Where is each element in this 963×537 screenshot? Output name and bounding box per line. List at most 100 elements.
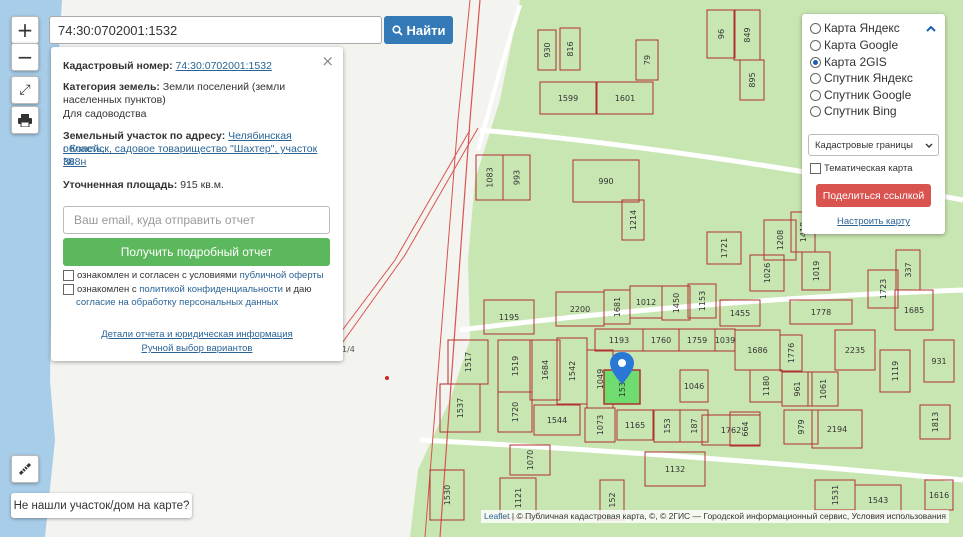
layer-option-google-map[interactable]: Карта Google bbox=[810, 37, 898, 53]
parcel-label: 1681 bbox=[613, 297, 622, 317]
parcel-label: 1193 bbox=[609, 336, 629, 345]
parcel-label: 1778 bbox=[811, 308, 831, 317]
parcel-label: 664 bbox=[741, 421, 750, 436]
fullscreen-icon[interactable]: ⤢ bbox=[11, 76, 39, 104]
details-link[interactable]: Детали отчета и юридическая информация bbox=[101, 329, 293, 340]
parcel-label: 1543 bbox=[868, 496, 888, 505]
chevron-down-icon bbox=[925, 143, 933, 148]
thematic-map-checkbox[interactable] bbox=[810, 163, 821, 174]
parcel-label: 990 bbox=[598, 177, 613, 186]
zoom-out-button[interactable]: − bbox=[11, 43, 39, 71]
layer-option-label: Спутник Bing bbox=[824, 104, 897, 118]
parcel-label: 1684 bbox=[541, 360, 550, 380]
consent-link[interactable]: согласие на обработку персональных данны… bbox=[76, 297, 278, 308]
zoom-in-button[interactable]: + bbox=[11, 16, 39, 44]
parcel-label: 1121 bbox=[514, 488, 523, 508]
offer-link[interactable]: публичной оферты bbox=[240, 270, 324, 281]
parcel-label: 1119 bbox=[891, 361, 900, 381]
land-category-value-1: Земли поселений (земли bbox=[162, 81, 286, 93]
privacy-mid-text: и даю bbox=[285, 284, 312, 295]
layer-option-label: Карта Google bbox=[824, 38, 899, 52]
manual-select-link[interactable]: Ручной выбор вариантов bbox=[142, 343, 253, 354]
parcel-label: 337 bbox=[904, 262, 913, 277]
location-pin-dot bbox=[618, 359, 626, 367]
parcel-label: 2194 bbox=[827, 425, 847, 434]
parcel-label: 1601 bbox=[615, 94, 635, 103]
parcel-label: 1616 bbox=[929, 491, 949, 500]
parcel-label: 1519 bbox=[511, 356, 520, 376]
parcel-label: 1759 bbox=[687, 336, 707, 345]
layer-option-google-satellite[interactable]: Спутник Google bbox=[810, 87, 911, 103]
thematic-map-toggle[interactable]: Тематическая карта bbox=[810, 163, 912, 174]
parcel-label: 1073 bbox=[596, 415, 605, 435]
parcel-label: 931 bbox=[931, 357, 946, 366]
parcel-label: 1450 bbox=[672, 293, 681, 313]
layer-option-yandex-map[interactable]: Карта Яндекс bbox=[810, 20, 900, 36]
chevron-up-icon[interactable] bbox=[926, 21, 936, 35]
parcel-label: 2235 bbox=[845, 346, 865, 355]
radio-button[interactable] bbox=[810, 89, 821, 101]
offer-text: ознакомлен и согласен с условиями bbox=[77, 270, 237, 281]
address-link-3[interactable]: 388н bbox=[63, 156, 86, 168]
layer-option-yandex-satellite[interactable]: Спутник Яндекс bbox=[810, 70, 913, 86]
share-link-button[interactable]: Поделиться ссылкой bbox=[816, 184, 931, 207]
parcel-label: 1195 bbox=[499, 313, 519, 322]
cadastral-number-label: Кадастровый номер: bbox=[63, 60, 173, 72]
parcel-label: 79 bbox=[643, 55, 652, 65]
parcel-label: 816 bbox=[566, 41, 575, 56]
layer-option-label: Карта 2GIS bbox=[824, 55, 887, 69]
cadastral-number-link[interactable]: 74:30:0702001:1532 bbox=[176, 60, 272, 72]
layer-option-label: Карта Яндекс bbox=[824, 21, 900, 35]
find-button-label: Найти bbox=[406, 22, 446, 38]
parcel-label: 895 bbox=[748, 72, 757, 87]
radio-button[interactable] bbox=[810, 72, 821, 84]
layer-option-2gis-map[interactable]: Карта 2GIS bbox=[810, 54, 887, 70]
search-icon bbox=[391, 24, 403, 36]
overlay-select[interactable]: Кадастровые границы bbox=[808, 134, 939, 156]
parcel-info-panel: × Кадастровый номер: 74:30:0702001:1532 … bbox=[51, 47, 343, 361]
parcel-label: 1061 bbox=[819, 379, 828, 399]
parcel-label: 1685 bbox=[904, 306, 924, 315]
layer-option-bing-satellite[interactable]: Спутник Bing bbox=[810, 103, 897, 119]
parcel-label: 1686 bbox=[747, 346, 767, 355]
parcel-label: 1544 bbox=[547, 416, 567, 425]
parcel-label: 2200 bbox=[570, 305, 590, 314]
parcel-label: 1537 bbox=[456, 398, 465, 418]
parcel-label: 1026 bbox=[763, 263, 772, 283]
configure-map-link[interactable]: Настроить карту bbox=[837, 216, 910, 227]
parcel-label: 1180 bbox=[762, 376, 771, 396]
search-input[interactable] bbox=[49, 16, 382, 44]
address-label: Земельный участок по адресу: bbox=[63, 130, 226, 142]
area-label: Уточненная площадь: bbox=[63, 179, 178, 191]
road-label: 1/4 bbox=[342, 345, 355, 354]
parcel-label: 1039 bbox=[715, 336, 735, 345]
ruler-icon[interactable] bbox=[11, 455, 39, 483]
thematic-map-label: Тематическая карта bbox=[824, 163, 913, 174]
map-attribution: Leaflet | © Публичная кадастровая карта,… bbox=[481, 510, 949, 523]
parcel-label: 1517 bbox=[464, 352, 473, 372]
privacy-checkbox[interactable] bbox=[63, 283, 74, 295]
radio-button[interactable] bbox=[810, 22, 821, 34]
leaflet-link[interactable]: Leaflet bbox=[484, 511, 510, 521]
parcel-label: 1070 bbox=[526, 450, 535, 470]
radio-button[interactable] bbox=[810, 105, 821, 117]
get-report-button[interactable]: Получить подробный отчет bbox=[63, 238, 330, 266]
parcel-label: 1530 bbox=[443, 485, 452, 505]
attribution-text: | © Публичная кадастровая карта, ©, © 2Г… bbox=[509, 511, 946, 521]
parcel-label: 1776 bbox=[787, 343, 796, 363]
land-category-value-2: населенных пунктов) bbox=[63, 94, 166, 106]
parcel-label: 1721 bbox=[720, 238, 729, 258]
privacy-link[interactable]: политикой конфиденциальности bbox=[139, 284, 283, 295]
radio-button[interactable] bbox=[810, 39, 821, 51]
privacy-text: ознакомлен с bbox=[77, 284, 137, 295]
parcel-label: 1760 bbox=[651, 336, 671, 345]
offer-checkbox[interactable] bbox=[63, 269, 74, 281]
email-field[interactable]: Ваш email, куда отправить отчет bbox=[63, 206, 330, 234]
parcel-label: 979 bbox=[797, 419, 806, 434]
not-found-button[interactable]: Не нашли участок/дом на карте? bbox=[11, 493, 192, 518]
parcel-label: 1153 bbox=[698, 291, 707, 311]
find-button[interactable]: Найти bbox=[384, 16, 453, 44]
layer-option-label: Спутник Яндекс bbox=[824, 71, 913, 85]
print-icon[interactable] bbox=[11, 106, 39, 134]
radio-button-selected[interactable] bbox=[810, 56, 821, 68]
